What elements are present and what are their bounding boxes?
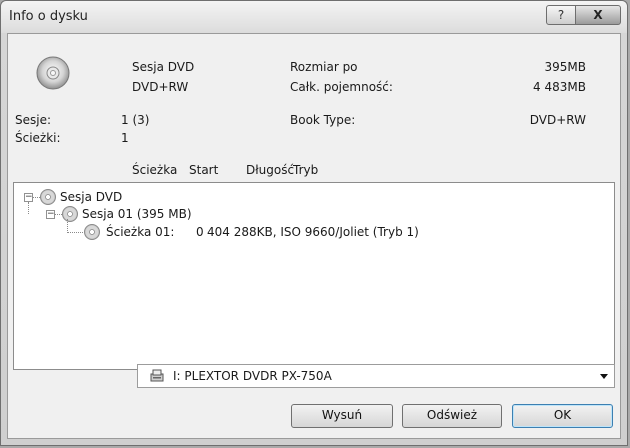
sessions-value: 1 (3) (121, 113, 150, 127)
close-icon: X (593, 8, 603, 22)
tree-node-track[interactable]: Ścieżka 01: (106, 225, 174, 239)
column-header-track[interactable]: Ścieżka (132, 163, 177, 177)
tree-connector (55, 214, 62, 215)
root-expander[interactable]: − (24, 193, 33, 202)
chevron-down-icon[interactable] (600, 374, 608, 379)
disc-tree-view[interactable]: − Sesja DVD − Sesja 01 (395 MB) Ścieżka … (13, 182, 615, 370)
total-capacity-value: 4 483MB (533, 80, 586, 94)
dvd-session-icon (40, 189, 56, 205)
column-header-start[interactable]: Start (189, 163, 218, 177)
book-type-value: DVD+RW (529, 113, 586, 127)
eject-button[interactable]: Wysuń (291, 404, 393, 428)
tree-node-root[interactable]: Sesja DVD (60, 190, 122, 204)
size-after-value: 395MB (544, 60, 587, 74)
book-type-label: Book Type: (290, 113, 356, 127)
drive-icon (150, 369, 164, 382)
tracks-label: Ścieżki: (15, 131, 61, 145)
drive-select[interactable]: I: PLEXTOR DVDR PX-750A (137, 364, 615, 388)
size-after-label: Rozmiar po (290, 60, 358, 74)
tree-node-session[interactable]: Sesja 01 (395 MB) (82, 207, 192, 221)
column-header-length[interactable]: Długość (246, 163, 294, 177)
track-start: 0 (196, 225, 204, 239)
session-icon (62, 206, 78, 222)
tree-connector (67, 219, 68, 233)
help-icon: ? (557, 8, 565, 22)
session-expander[interactable]: − (46, 210, 55, 219)
drive-select-value: I: PLEXTOR DVDR PX-750A (173, 369, 332, 383)
dialog-body: Sesja DVD DVD+RW Rozmiar po Całk. pojemn… (7, 33, 621, 439)
tree-connector (67, 232, 83, 233)
total-capacity-label: Całk. pojemność: (290, 80, 393, 94)
track-icon (84, 224, 100, 240)
tracks-value: 1 (121, 131, 129, 145)
dvd-disc-icon (36, 56, 70, 90)
help-button[interactable]: ? (546, 5, 576, 25)
ok-button[interactable]: OK (512, 404, 613, 428)
column-header-mode[interactable]: Tryb (293, 163, 318, 177)
refresh-button[interactable]: Odśwież (402, 404, 502, 428)
session-type: Sesja DVD (132, 60, 195, 74)
track-details: 404 288KB, ISO 9660/Joliet (Tryb 1) (207, 225, 419, 239)
tree-connector (33, 197, 40, 198)
window-title: Info o dysku (9, 9, 88, 24)
title-bar[interactable]: Info o dysku ? X (1, 1, 627, 33)
close-button[interactable]: X (575, 5, 621, 25)
tree-connector (28, 202, 29, 214)
sessions-label: Sesje: (15, 113, 52, 127)
disc-info-dialog: Info o dysku ? X Sesja DVD DVD+RW Rozmia… (0, 0, 628, 446)
media-type: DVD+RW (132, 80, 189, 94)
